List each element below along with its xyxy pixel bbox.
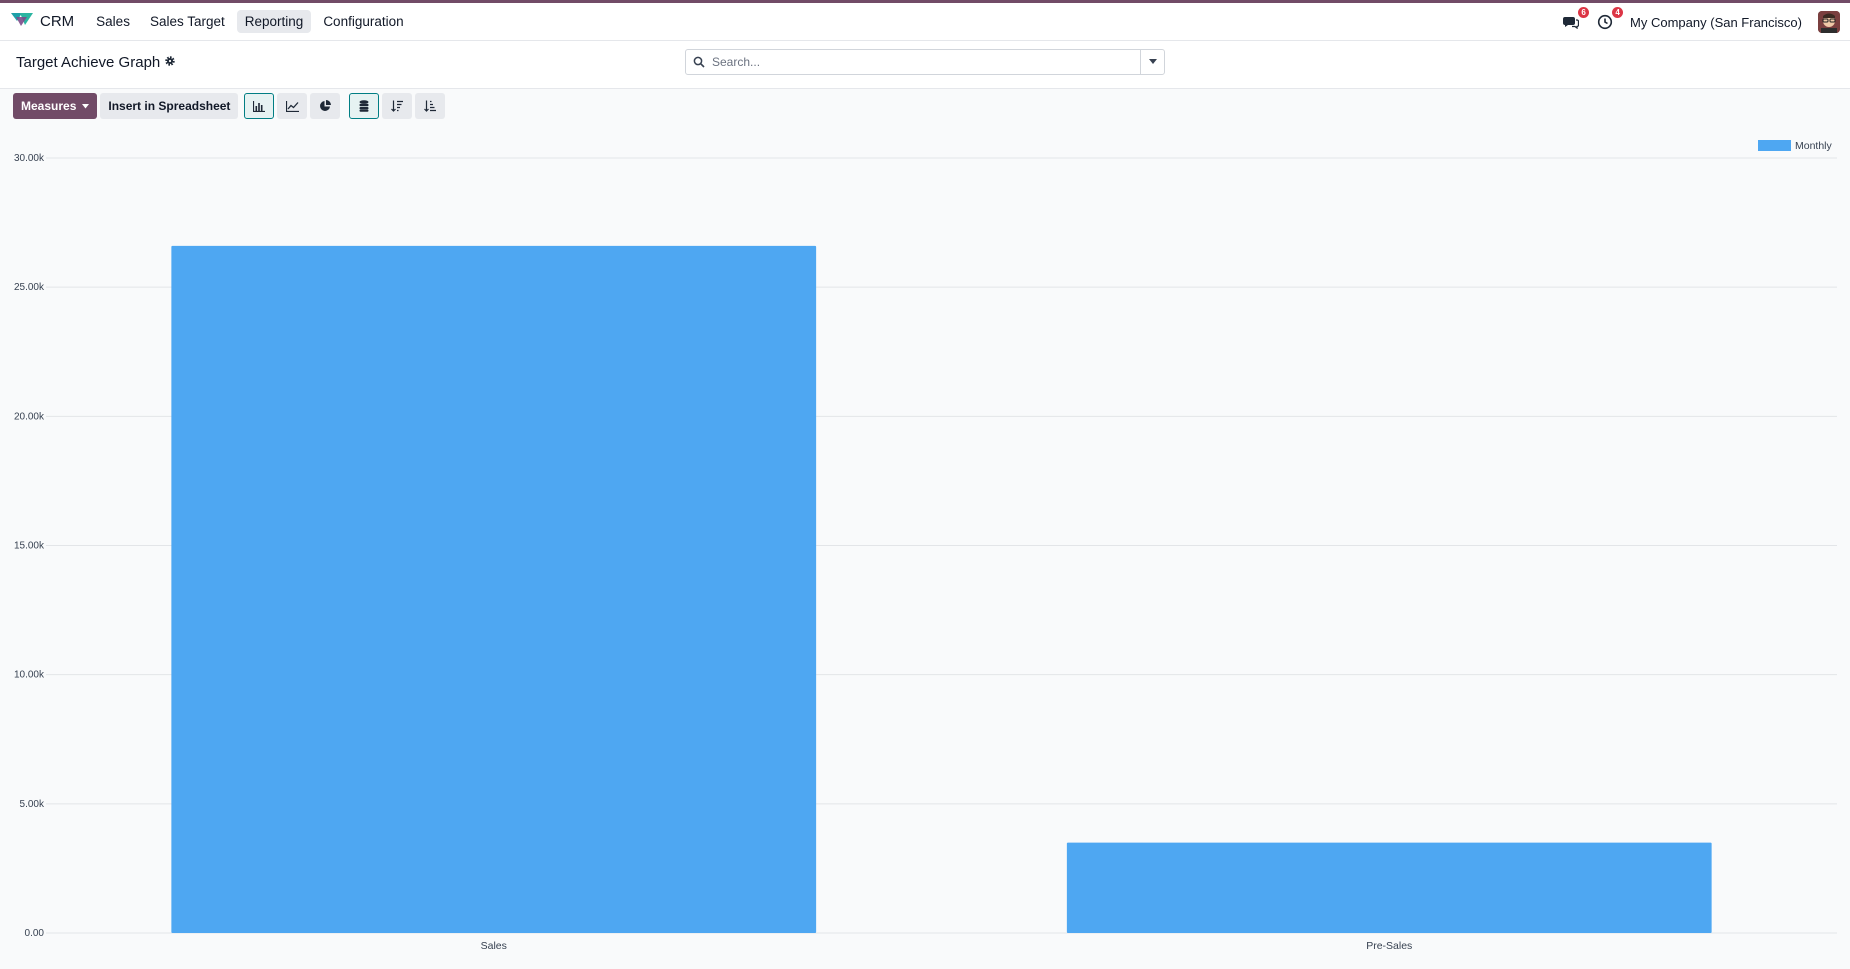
bar-chart-button[interactable]: [244, 93, 275, 119]
messages-badge: 6: [1578, 7, 1590, 18]
stacked-toggle-button[interactable]: [349, 93, 380, 119]
y-tick-label: 25.00k: [14, 282, 45, 293]
bar-chart-icon: [253, 100, 266, 112]
crm-logo-icon: [10, 11, 34, 32]
breadcrumb: Target Achieve Graph: [16, 54, 176, 71]
company-switcher[interactable]: My Company (San Francisco): [1630, 15, 1802, 30]
insert-in-spreadsheet-button[interactable]: Insert in Spreadsheet: [100, 93, 239, 119]
sort-descending-icon: [390, 100, 403, 112]
bar-sales: [171, 245, 817, 933]
search-input[interactable]: [712, 51, 1140, 73]
main-navbar: CRM Sales Sales Target Reporting Configu…: [0, 3, 1850, 41]
sort-ascending-icon: [423, 100, 436, 112]
pie-chart-icon: [320, 100, 332, 111]
app-brand[interactable]: CRM: [10, 11, 74, 32]
y-tick-label: 15.00k: [14, 541, 45, 552]
pie-chart-button[interactable]: [310, 93, 341, 119]
clock-icon: [1597, 14, 1613, 30]
menu-item-reporting[interactable]: Reporting: [236, 10, 312, 33]
app-name: CRM: [40, 13, 75, 30]
y-tick-label: 20.00k: [14, 411, 45, 422]
measures-button[interactable]: Measures: [13, 93, 98, 119]
chat-icon: [1563, 17, 1580, 29]
activities-button[interactable]: 4: [1596, 7, 1624, 31]
search-bar: [685, 49, 1165, 75]
bar-chart: 0.00 5.00k 10.00k 15.00k 20.00k 25.00k 30.00k S…: [14, 140, 1837, 952]
menu-item-sales-target[interactable]: Sales Target: [142, 10, 233, 33]
caret-down-icon: [1148, 59, 1157, 64]
measures-label: Measures: [21, 99, 77, 113]
systray: 6 4 My Company (San Francisco): [1562, 3, 1840, 41]
menu-item-sales[interactable]: Sales: [88, 10, 138, 33]
line-chart-button[interactable]: [277, 93, 308, 119]
activities-badge: 4: [1612, 7, 1624, 18]
menu-item-configuration[interactable]: Configuration: [315, 10, 411, 33]
page-title: Target Achieve Graph: [16, 54, 161, 71]
bar-pre-sales: [1066, 842, 1712, 933]
y-tick-label: 5.00k: [20, 799, 45, 810]
sort-descending-button[interactable]: [382, 93, 413, 119]
sort-ascending-button[interactable]: [415, 93, 446, 119]
graph-toolbar: Measures Insert in Spreadsheet: [13, 93, 446, 119]
x-tick-label: Pre-Sales: [1366, 940, 1412, 952]
search-options-toggle[interactable]: [1140, 50, 1164, 74]
gear-icon[interactable]: [164, 54, 176, 71]
database-icon: [359, 100, 369, 112]
graph-view: 0.00 5.00k 10.00k 15.00k 20.00k 25.00k 30.00k S…: [0, 128, 1850, 969]
y-tick-label: 10.00k: [14, 670, 45, 681]
legend-swatch: [1758, 140, 1791, 151]
search-icon: [686, 56, 712, 68]
caret-down-icon: [82, 103, 90, 108]
messages-button[interactable]: 6: [1562, 7, 1590, 31]
y-tick-label: 30.00k: [14, 153, 45, 164]
y-tick-label: 0.00: [25, 928, 45, 939]
line-chart-icon: [285, 100, 299, 112]
legend-label: Monthly: [1795, 140, 1833, 152]
control-panel: Target Achieve Graph: [0, 41, 1850, 89]
user-avatar[interactable]: [1818, 11, 1840, 33]
x-tick-label: Sales: [481, 940, 507, 952]
top-menu: Sales Sales Target Reporting Configurati…: [88, 10, 411, 33]
